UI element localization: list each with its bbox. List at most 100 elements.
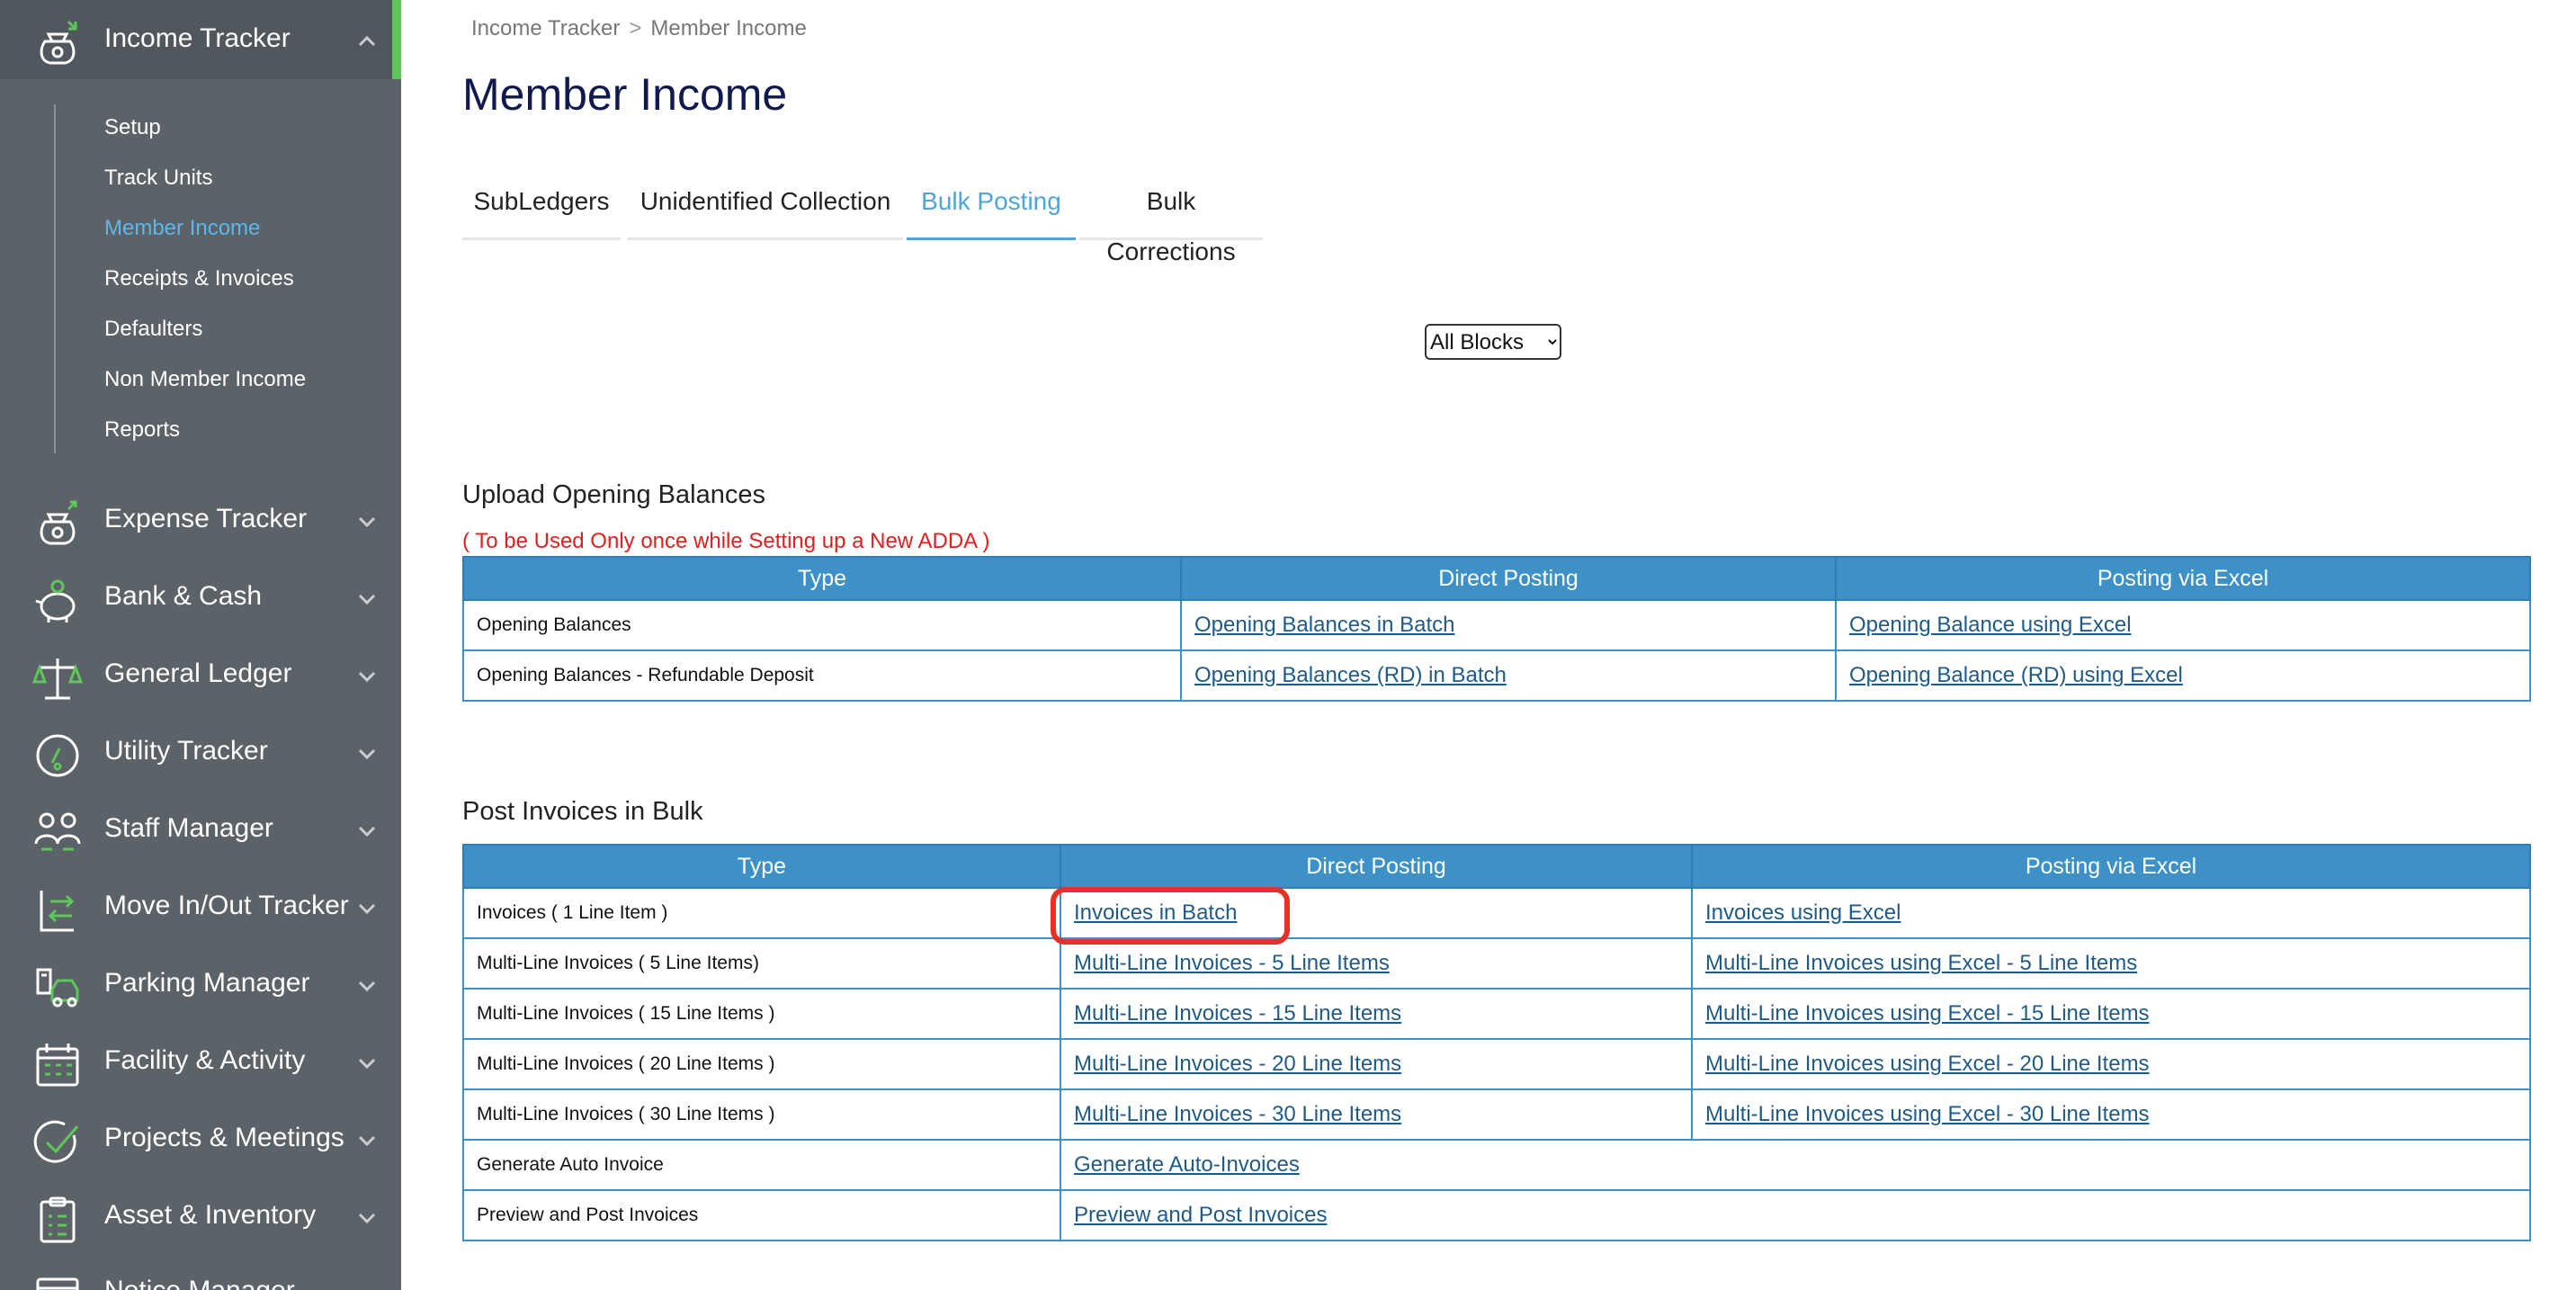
submenu-guide-line [54, 104, 56, 453]
column-header-posting-via-excel: Posting via Excel [1691, 844, 2531, 889]
opening-balance-rd-using-excel-link[interactable]: Opening Balance (RD) using Excel [1849, 663, 2183, 687]
chevron-down-icon[interactable] [356, 1130, 378, 1151]
row-type-label: Multi-Line Invoices ( 30 Line Items ) [462, 1088, 1061, 1141]
chevron-down-icon[interactable] [356, 898, 378, 919]
balance-scale-icon [31, 653, 84, 703]
table-row: Preview and Post Invoices Preview and Po… [462, 1189, 2531, 1241]
table-row: Multi-Line Invoices ( 20 Line Items ) Mu… [462, 1038, 2531, 1090]
chevron-down-icon[interactable] [356, 820, 378, 842]
notice-icon [32, 1270, 83, 1290]
breadcrumb-item-member-income: Member Income [650, 16, 807, 40]
sidebar-module-utility-tracker[interactable]: Utility Tracker [0, 716, 392, 788]
table-header-row: Type Direct Posting Posting via Excel [462, 556, 2531, 601]
sidebar-module-label: Notice Manager [104, 1276, 295, 1290]
sidebar-module-label: Facility & Activity [104, 1045, 306, 1075]
submenu-item-member-income[interactable]: Member Income [104, 216, 260, 241]
chevron-down-icon[interactable] [356, 666, 378, 687]
sidebar-module-general-ledger[interactable]: General Ledger [0, 639, 392, 711]
chevron-down-icon[interactable] [356, 1053, 378, 1074]
submenu-item-receipts-invoices[interactable]: Receipts & Invoices [104, 266, 294, 291]
opening-balances-in-batch-link[interactable]: Opening Balances in Batch [1194, 613, 1455, 637]
multi-line-5-link[interactable]: Multi-Line Invoices - 5 Line Items [1074, 951, 1390, 975]
breadcrumb-item-income-tracker[interactable]: Income Tracker [471, 16, 620, 40]
column-header-type: Type [462, 556, 1182, 601]
clipboard-icon [32, 1195, 83, 1245]
breadcrumb: Income Tracker > Member Income [471, 16, 807, 41]
column-header-type: Type [462, 844, 1061, 889]
opening-balances-warning: ( To be Used Only once while Setting up … [462, 529, 990, 553]
sidebar-module-notice-manager[interactable]: Notice Manager [0, 1256, 392, 1290]
invoices-using-excel-link[interactable]: Invoices using Excel [1705, 900, 1901, 925]
sidebar-module-label: Expense Tracker [104, 504, 308, 533]
section-title-post-invoices: Post Invoices in Bulk [462, 797, 703, 826]
tab-bulk-corrections[interactable]: Bulk Corrections [1079, 176, 1263, 265]
submenu-item-track-units[interactable]: Track Units [104, 166, 212, 191]
sidebar-module-expense-tracker[interactable]: Expense Tracker [0, 484, 392, 556]
tab-bulk-posting[interactable]: Bulk Posting [907, 176, 1076, 240]
multi-line-excel-30-link[interactable]: Multi-Line Invoices using Excel - 30 Lin… [1705, 1102, 2150, 1126]
multi-line-15-link[interactable]: Multi-Line Invoices - 15 Line Items [1074, 1001, 1401, 1026]
table-row: Multi-Line Invoices ( 5 Line Items) Mult… [462, 937, 2531, 990]
piggy-bank-icon [32, 576, 83, 626]
breadcrumb-separator: > [629, 16, 642, 40]
sidebar-module-facility-activity[interactable]: Facility & Activity [0, 1026, 392, 1097]
sidebar-module-label: Income Tracker [104, 23, 291, 53]
check-circle-icon [32, 1117, 83, 1168]
table-row: Multi-Line Invoices ( 15 Line Items ) Mu… [462, 988, 2531, 1040]
multi-line-excel-20-link[interactable]: Multi-Line Invoices using Excel - 20 Lin… [1705, 1052, 2150, 1076]
multi-line-excel-5-link[interactable]: Multi-Line Invoices using Excel - 5 Line… [1705, 951, 2137, 975]
row-type-label: Opening Balances - Refundable Deposit [462, 649, 1182, 702]
sidebar-module-label: Move In/Out Tracker [104, 891, 349, 920]
row-type-label: Multi-Line Invoices ( 5 Line Items) [462, 937, 1061, 990]
car-icon [32, 963, 83, 1013]
staff-icon [32, 808, 83, 858]
tab-subledgers[interactable]: SubLedgers [462, 176, 621, 240]
sidebar: Income Tracker Setup Track Units Member … [0, 0, 401, 1290]
sidebar-module-move-in-out[interactable]: Move In/Out Tracker [0, 871, 392, 943]
sidebar-module-parking-manager[interactable]: Parking Manager [0, 948, 392, 1020]
section-title-opening-balances: Upload Opening Balances [462, 480, 765, 509]
table-header-row: Type Direct Posting Posting via Excel [462, 844, 2531, 889]
column-header-direct-posting: Direct Posting [1180, 556, 1837, 601]
chevron-down-icon[interactable] [356, 511, 378, 533]
sidebar-module-label: Bank & Cash [104, 581, 263, 611]
table-row: Generate Auto Invoice Generate Auto-Invo… [462, 1139, 2531, 1191]
sidebar-module-income-tracker[interactable]: Income Tracker [0, 4, 392, 76]
calendar-icon [32, 1040, 83, 1090]
chevron-up-icon[interactable] [356, 31, 378, 52]
sidebar-module-staff-manager[interactable]: Staff Manager [0, 793, 392, 865]
move-in-out-icon [32, 885, 83, 936]
submenu-item-setup[interactable]: Setup [104, 115, 161, 140]
submenu-item-reports[interactable]: Reports [104, 417, 180, 443]
tab-unidentified-collection[interactable]: Unidentified Collection [628, 176, 903, 240]
chevron-down-icon[interactable] [356, 588, 378, 610]
table-row: Opening Balances - Refundable Deposit Op… [462, 649, 2531, 702]
sidebar-module-label: Utility Tracker [104, 736, 268, 766]
row-type-label: Invoices ( 1 Line Item ) [462, 887, 1061, 939]
table-row: Opening Balances Opening Balances in Bat… [462, 599, 2531, 651]
submenu-item-defaulters[interactable]: Defaulters [104, 317, 202, 342]
active-indicator [392, 0, 401, 79]
expense-icon [32, 498, 83, 549]
page-title: Member Income [462, 69, 788, 120]
row-type-label: Preview and Post Invoices [462, 1189, 1061, 1241]
sidebar-module-bank-cash[interactable]: Bank & Cash [0, 561, 392, 633]
sidebar-module-projects-meetings[interactable]: Projects & Meetings [0, 1103, 392, 1175]
multi-line-20-link[interactable]: Multi-Line Invoices - 20 Line Items [1074, 1052, 1401, 1076]
column-header-posting-via-excel: Posting via Excel [1835, 556, 2531, 601]
sidebar-header-income-tracker[interactable]: Income Tracker [0, 0, 392, 79]
chevron-down-icon[interactable] [356, 1207, 378, 1229]
opening-balance-using-excel-link[interactable]: Opening Balance using Excel [1849, 613, 2132, 637]
bulk-invoices-table: Type Direct Posting Posting via Excel In… [462, 844, 2531, 1241]
chevron-down-icon[interactable] [356, 743, 378, 765]
chevron-down-icon[interactable] [356, 975, 378, 997]
highlight-annotation [1051, 887, 1290, 945]
sidebar-module-asset-inventory[interactable]: Asset & Inventory [0, 1180, 392, 1252]
opening-balances-rd-in-batch-link[interactable]: Opening Balances (RD) in Batch [1194, 663, 1507, 687]
multi-line-excel-15-link[interactable]: Multi-Line Invoices using Excel - 15 Lin… [1705, 1001, 2150, 1026]
generate-auto-invoices-link[interactable]: Generate Auto-Invoices [1074, 1152, 1300, 1177]
submenu-item-non-member-income[interactable]: Non Member Income [104, 367, 306, 392]
block-filter-select[interactable]: All Blocks [1425, 324, 1561, 360]
preview-post-invoices-link[interactable]: Preview and Post Invoices [1074, 1203, 1327, 1227]
multi-line-30-link[interactable]: Multi-Line Invoices - 30 Line Items [1074, 1102, 1401, 1126]
